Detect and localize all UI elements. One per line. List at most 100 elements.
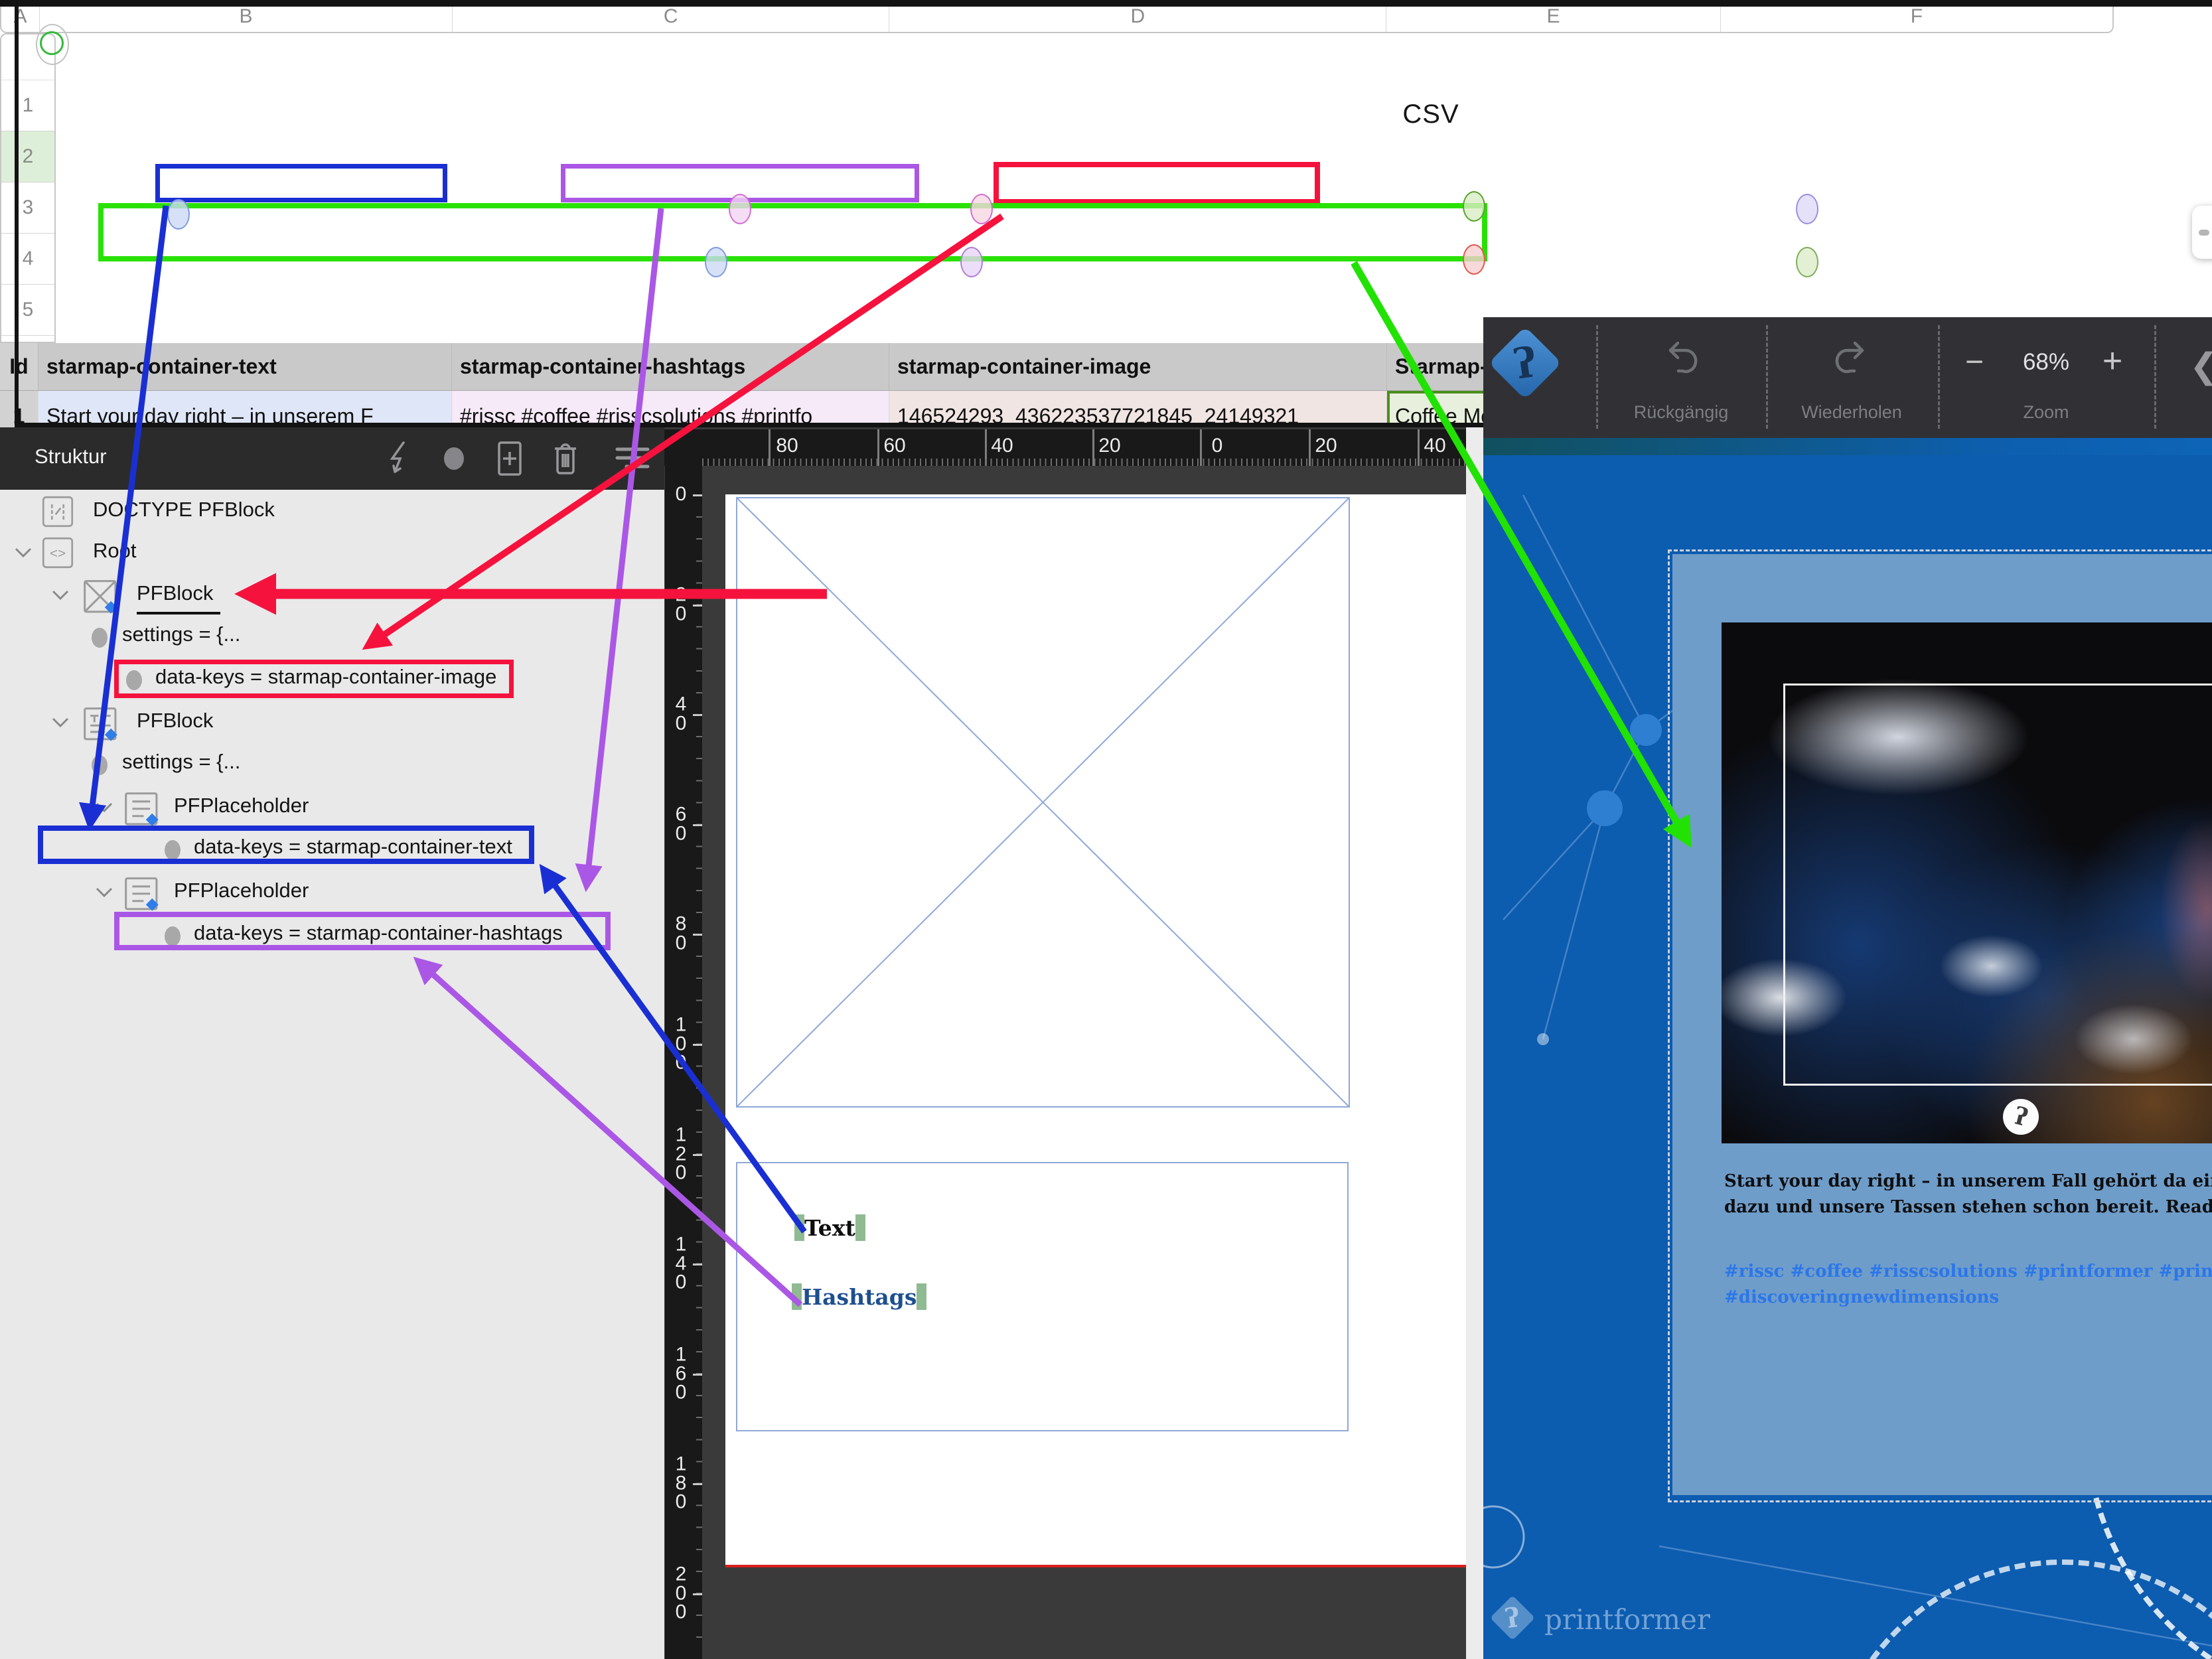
selection-handle[interactable] [705, 247, 727, 277]
preview-toolbar: ʔ Rückgängig Wiederholen − 68% + Zoom ❮ [1483, 317, 2212, 438]
hashtags-placeholder-label[interactable]: Hashtags [792, 1283, 926, 1310]
image-placeholder-frame[interactable] [736, 497, 1350, 1108]
toolbar-separator [2154, 325, 2156, 429]
tree-label: PFBlock [137, 709, 213, 733]
label-text: Text [804, 1215, 855, 1241]
toolbar-separator [1938, 325, 1940, 429]
ruler-number: 2 0 0 [666, 1565, 696, 1622]
cell-popover-handle[interactable] [2192, 206, 2212, 259]
selection-handle[interactable] [1463, 244, 1485, 275]
struktur-header: Struktur [0, 427, 664, 490]
selection-handle[interactable] [1796, 247, 1818, 277]
selection-handle [855, 1214, 865, 1241]
canvas-scrollbar[interactable] [1466, 427, 1483, 1659]
toolbar-separator [1766, 325, 1768, 429]
selection-handle[interactable] [1463, 191, 1485, 222]
struktur-panel: Struktur DOCTYPE PFBlock <> Root PFBlock [0, 427, 664, 1659]
chevron-down-icon[interactable] [52, 589, 69, 605]
redo-button[interactable]: Wiederholen [1801, 402, 1902, 423]
svg-text:<>: <> [50, 546, 66, 561]
ruler-number: 1 8 0 [666, 1455, 696, 1512]
header-cell-image[interactable]: starmap-container-image [889, 343, 1387, 391]
tree-label: settings = {... [122, 750, 240, 774]
zoom-in-button[interactable]: + [2102, 341, 2122, 381]
row-number-2[interactable]: 2 [1, 131, 54, 182]
printformer-preview-window: ʔ Rückgängig Wiederholen − 68% + Zoom ❮ [1483, 317, 2212, 1659]
trash-icon[interactable] [544, 437, 587, 483]
rendered-hashtags-line1: #rissc #coffee #risscsolutions #printfor… [1724, 1259, 2212, 1285]
chevron-left-icon[interactable]: ❮ [2189, 346, 2212, 386]
chevron-down-icon[interactable] [96, 887, 113, 902]
text-placeholder-label[interactable]: Text [794, 1214, 865, 1241]
preview-gradient-band [1483, 438, 2212, 455]
tree-row-pfplaceholder[interactable]: PFPlaceholder [0, 787, 664, 828]
row-number-3[interactable]: 3 [1, 182, 54, 234]
placeholder-icon [123, 876, 161, 916]
text-block-icon [82, 706, 119, 747]
window-top-border [0, 0, 2212, 7]
ruler-number: 40 [1424, 435, 1445, 457]
tree-row-pfblock-text[interactable]: PFBlock [0, 702, 664, 743]
header-cell-id[interactable]: Id [0, 343, 38, 391]
chevron-down-icon[interactable] [15, 547, 32, 562]
ruler-number: 1 0 0 [666, 1015, 696, 1072]
map-box-tree-hashtags [114, 912, 611, 950]
zoom-label: Zoom [2023, 402, 2069, 423]
ruler-number: 60 [883, 435, 905, 457]
tree-row-doctype[interactable]: DOCTYPE PFBlock [0, 491, 664, 532]
undo-button[interactable]: Rückgängig [1634, 402, 1729, 423]
map-box-tree-image [114, 660, 514, 698]
tree-row-settings[interactable]: settings = {... [0, 616, 664, 657]
rendered-text-block: Start your day right – in unserem Fall g… [1724, 1169, 2212, 1220]
map-box-tree-text [38, 826, 534, 864]
ruler-number: 1 6 0 [666, 1345, 696, 1402]
ruler-number: 20 [1098, 435, 1120, 457]
header-cell-hashtags[interactable]: starmap-container-hashtags [452, 343, 889, 391]
row-number-gutter[interactable]: 1 2 3 4 5 [0, 33, 56, 343]
selection-handle [917, 1283, 926, 1310]
undo-icon[interactable] [1660, 336, 1702, 382]
design-card: ʔ Start your day right – in unserem Fall… [1672, 554, 2212, 1495]
photo-white-frame [1783, 684, 2212, 1086]
add-node-icon[interactable] [488, 437, 531, 483]
toolbar-separator [1596, 325, 1598, 429]
row-number-1[interactable]: 1 [1, 80, 54, 131]
select-all-circle-button[interactable] [36, 24, 69, 65]
ruler-number: 8 0 [666, 915, 696, 953]
ruler-number: 40 [991, 435, 1013, 457]
tree-row-pfplaceholder[interactable]: PFPlaceholder [0, 872, 664, 913]
row-number-5[interactable]: 5 [1, 285, 54, 336]
ruler-number: 4 0 [666, 695, 696, 733]
layout-canvas: 80 60 40 20 0 20 40 0 2 0 4 0 6 0 8 0 1 … [664, 427, 1483, 1659]
rendered-text-line1: Start your day right – in unserem Fall g… [1724, 1169, 2212, 1194]
label-text: Hashtags [802, 1284, 917, 1310]
record-oval-icon[interactable] [433, 437, 475, 483]
selection-handle[interactable] [729, 194, 751, 224]
selection-handle[interactable] [1796, 194, 1818, 224]
zoom-out-button[interactable]: − [1965, 344, 1984, 380]
chevron-down-icon[interactable] [96, 802, 113, 817]
redo-icon[interactable] [1830, 336, 1873, 382]
selection-handle[interactable] [960, 247, 983, 277]
horizontal-ruler: 80 60 40 20 0 20 40 [664, 429, 1483, 466]
tree-row-root[interactable]: <> Root [0, 532, 664, 573]
selection-handle[interactable] [167, 199, 190, 230]
vertical-ruler: 0 2 0 4 0 6 0 8 0 1 0 0 1 2 0 1 4 0 1 6 … [665, 429, 702, 1659]
tree-row-pfblock-image[interactable]: PFBlock [0, 575, 664, 616]
selected-node-underline [137, 612, 220, 614]
rendered-text-line2: dazu und unsere Tassen stehen schon bere… [1724, 1194, 2212, 1220]
chevron-down-icon[interactable] [52, 717, 69, 732]
lightning-icon[interactable] [377, 437, 419, 483]
tree-label: PFPlaceholder [174, 794, 309, 818]
printformer-logo-glyph: ʔ [1495, 331, 1554, 395]
watermark-text: printformer [1544, 1603, 1710, 1636]
ruler-number: 1 4 0 [666, 1235, 696, 1292]
tree-row-settings[interactable]: settings = {... [0, 743, 664, 784]
struktur-title: Struktur [35, 445, 107, 469]
selection-handle[interactable] [970, 194, 993, 224]
selection-handle [794, 1214, 804, 1241]
header-cell-text[interactable]: starmap-container-text [38, 343, 452, 391]
menu-icon[interactable] [609, 437, 656, 483]
row-number-4[interactable]: 4 [1, 234, 54, 285]
ruler-minor-ticks [696, 494, 702, 1656]
